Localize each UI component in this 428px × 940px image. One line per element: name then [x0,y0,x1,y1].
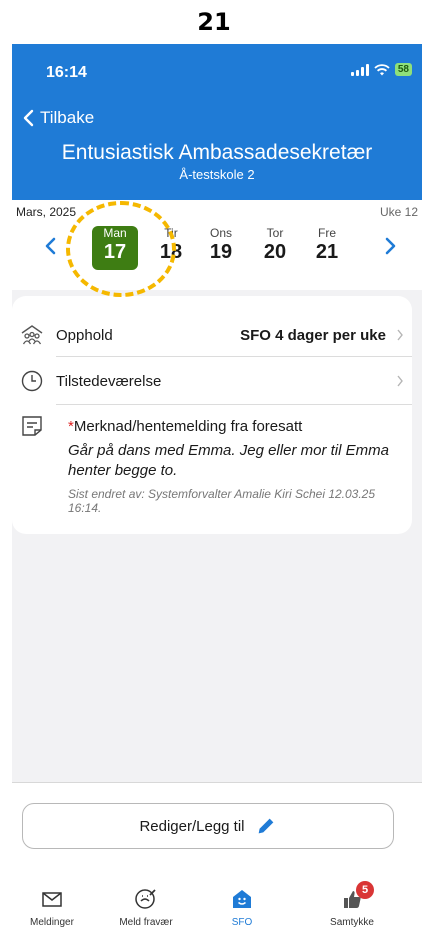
tab-label: SFO [231,917,253,928]
status-icons: 58 [350,63,412,76]
stay-value: SFO 4 dager per uke [240,326,386,344]
mail-icon [42,892,62,907]
status-time: 16:14 [46,64,87,81]
day-monday[interactable]: Man 17 [92,226,138,270]
day-name: Fre [318,226,336,240]
chevron-left-icon [23,109,34,127]
day-number: 20 [263,241,287,263]
day-thursday[interactable]: Tor 20 [252,226,298,270]
header: 16:14 58 Tilbake Entusiastisk Ambassades… [12,44,422,200]
day-name: Tor [266,226,284,240]
chevron-right-icon [397,375,403,387]
tab-absence[interactable]: Meld fravær [106,887,186,928]
group-icon [21,325,43,345]
back-button[interactable]: Tilbake [22,108,94,128]
stay-label: Opphold [56,326,113,344]
page-subtitle: Å-testskole 2 [179,167,255,182]
clock-icon [21,370,43,392]
note-text: Går på dans med Emma. Jeg eller mor til … [68,442,389,479]
note-label: *Merknad/hentemelding fra foresatt [68,418,302,435]
battery-icon: 58 [394,63,412,76]
tab-messages[interactable]: Meldinger [12,887,92,928]
page-number: 21 [197,8,231,36]
tab-consent[interactable]: 5 Samtykke [312,881,392,928]
tab-sfo[interactable]: SFO [202,887,282,928]
back-label: Tilbake [40,108,95,127]
absence-icon [135,889,156,909]
tab-label: Samtykke [330,917,374,928]
edit-label: Rediger/Legg til [139,817,245,835]
chevron-right-icon [397,329,403,341]
attendance-label: Tilstedeværelse [56,372,162,390]
note-label-text: Merknad/hentemelding fra foresatt [73,418,303,435]
pencil-icon [258,818,273,834]
day-tuesday[interactable]: Tir 18 [148,226,194,270]
stay-row[interactable]: Opphold SFO 4 dager per uke [12,318,412,352]
wifi-icon [374,63,390,75]
previous-week-icon[interactable] [43,236,57,256]
phone-screen: 16:14 58 Tilbake Entusiastisk Ambassades… [12,44,422,940]
day-name: Ons [209,226,232,240]
day-number: 21 [315,241,339,263]
day-number: 18 [159,241,183,263]
signal-icon [350,63,369,76]
edit-button[interactable]: Rediger/Legg til [22,803,394,849]
day-name: Tir [164,226,178,240]
day-name: Man [103,226,127,240]
note-icon [22,416,42,436]
week-selector: Mars, 2025 Uke 12 Man 17 Tir 18 Ons 19 T… [12,200,422,290]
day-wednesday[interactable]: Ons 19 [198,226,244,270]
tab-label: Meldinger [30,917,74,928]
divider [56,404,412,405]
month-label: Mars, 2025 [16,205,77,219]
day-friday[interactable]: Fre 21 [304,226,350,270]
divider [56,356,412,357]
week-label: Uke 12 [379,205,418,219]
page-title: Entusiastisk Ambassadesekretær [61,141,373,164]
attendance-row[interactable]: Tilstedeværelse [12,364,412,398]
notification-badge: 5 [356,881,374,899]
tab-label: Meld fravær [119,917,173,928]
note-meta: Sist endret av: Systemforvalter Amalie K… [68,487,376,515]
bottom-area: Rediger/Legg til Meldinger Meld fravær S… [12,782,422,940]
next-week-icon[interactable] [384,236,398,256]
day-number: 17 [103,241,127,263]
sfo-icon [233,890,251,908]
day-number: 19 [209,241,233,263]
